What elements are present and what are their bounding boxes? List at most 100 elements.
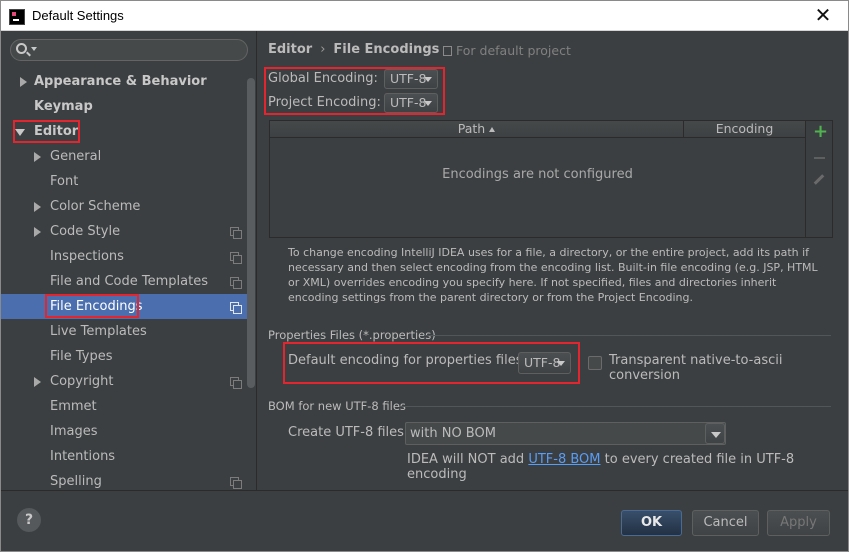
utf8-bom-link[interactable]: UTF-8 BOM (528, 452, 600, 467)
tree-item-label: Color Scheme (50, 199, 141, 214)
bom-create-label: Create UTF-8 files: (288, 425, 409, 440)
bom-select[interactable]: with NO BOM (405, 422, 726, 445)
project-encoding-select[interactable]: UTF-8 (384, 93, 438, 113)
tree-item-color-scheme[interactable]: Color Scheme (1, 194, 249, 219)
remove-icon[interactable] (814, 157, 825, 159)
project-settings-icon (230, 477, 242, 489)
breadcrumb-parent: Editor (268, 42, 313, 57)
tree-item-intentions[interactable]: Intentions (1, 444, 249, 469)
project-settings-icon (230, 252, 242, 264)
properties-section-title: Properties Files (*.properties) (268, 328, 436, 342)
tree-item-label: Code Style (50, 224, 121, 239)
window-title: Default Settings (32, 8, 124, 23)
scope-indicator: For default project (443, 43, 571, 58)
tree-item-label: Images (50, 424, 98, 439)
bom-note: IDEA will NOT add UTF-8 BOM to every cre… (407, 452, 849, 482)
tree-item-font[interactable]: Font (1, 169, 249, 194)
file-encodings-panel: Editor › File Encodings For default projec… (258, 31, 849, 490)
table-toolbar: + (805, 121, 833, 237)
tree-item-label: Editor (34, 124, 79, 139)
scope-text: For default project (456, 43, 571, 58)
project-encoding-label: Project Encoding: (268, 95, 381, 110)
close-icon[interactable]: ✕ (812, 4, 834, 26)
tree-item-label: Spelling (50, 474, 102, 489)
cancel-button[interactable]: Cancel (692, 510, 759, 536)
tree-item-file-and-code-templates[interactable]: File and Code Templates (1, 269, 249, 294)
settings-sidebar: Appearance & Behavior Keymap Editor Gene… (1, 31, 257, 490)
tree-item-emmet[interactable]: Emmet (1, 394, 249, 419)
project-settings-icon (230, 302, 242, 314)
tree-item-images[interactable]: Images (1, 419, 249, 444)
tree-item-label: Live Templates (50, 324, 147, 339)
tree-item-live-templates[interactable]: Live Templates (1, 319, 249, 344)
expand-arrow-icon[interactable] (34, 202, 41, 212)
column-header-path[interactable]: Path (270, 121, 684, 138)
add-icon[interactable]: + (813, 123, 828, 141)
tree-item-label: Inspections (50, 249, 124, 264)
transparent-conversion-checkbox[interactable] (588, 356, 602, 370)
page-title: File Encodings (333, 42, 440, 57)
column-header-encoding[interactable]: Encoding (684, 121, 805, 138)
sort-ascending-icon (489, 127, 496, 132)
tree-item-general[interactable]: General (1, 144, 249, 169)
dropdown-arrow-icon (424, 101, 432, 106)
tree-item-code-style[interactable]: Code Style (1, 219, 249, 244)
tree-item-file-types[interactable]: File Types (1, 344, 249, 369)
properties-encoding-label: Default encoding for properties files: (288, 353, 527, 368)
tree-item-file-encodings[interactable]: File Encodings (1, 294, 249, 319)
transparent-conversion-label[interactable]: Transparent native-to-ascii conversion (609, 353, 849, 383)
tree-item-label: File and Code Templates (50, 274, 208, 289)
path-encoding-table[interactable]: Path Encoding Encodings are not configur… (269, 120, 833, 238)
properties-encoding-select[interactable]: UTF-8 (518, 352, 571, 374)
ok-button[interactable]: OK (621, 510, 682, 536)
expand-arrow-icon[interactable] (34, 377, 41, 387)
collapse-arrow-icon[interactable] (15, 129, 25, 136)
tree-item-label: Emmet (50, 399, 97, 414)
tree-item-spelling[interactable]: Spelling (1, 469, 249, 490)
tree-item-label: File Types (50, 349, 113, 364)
project-settings-icon (230, 227, 242, 239)
tree-item-inspections[interactable]: Inspections (1, 244, 249, 269)
breadcrumb: Editor › File Encodings (268, 42, 439, 57)
bom-note-prefix: IDEA will NOT add (407, 452, 529, 467)
global-encoding-select[interactable]: UTF-8 (384, 69, 438, 89)
tree-item-label: General (50, 149, 102, 164)
intellij-app-icon (9, 9, 25, 25)
tree-item-label: Appearance & Behavior (34, 74, 207, 89)
global-encoding-value: UTF-8 (390, 71, 427, 86)
section-divider (400, 406, 831, 407)
encoding-help-text: To change encoding IntelliJ IDEA uses fo… (288, 246, 818, 304)
help-icon[interactable]: ? (17, 508, 41, 532)
title-bar: Default Settings ✕ (0, 0, 849, 31)
tree-item-appearance-behavior[interactable]: Appearance & Behavior (1, 69, 249, 94)
bom-section-title: BOM for new UTF-8 files (268, 399, 406, 413)
project-encoding-value: UTF-8 (390, 95, 427, 110)
project-icon (443, 46, 452, 56)
edit-icon[interactable] (813, 174, 825, 185)
section-divider (424, 335, 831, 336)
breadcrumb-separator: › (320, 42, 326, 57)
tree-item-copyright[interactable]: Copyright (1, 369, 249, 394)
tree-item-label: Copyright (50, 374, 114, 389)
project-settings-icon (230, 277, 242, 289)
dropdown-arrow-icon[interactable] (705, 423, 725, 444)
search-icon (16, 43, 27, 54)
search-history-dropdown-icon[interactable] (31, 47, 37, 51)
project-encoding-row: Project Encoding: (268, 92, 381, 114)
column-header-label: Path (457, 121, 486, 136)
properties-encoding-value: UTF-8 (524, 355, 561, 370)
settings-search-field[interactable] (10, 39, 248, 61)
global-encoding-label: Global Encoding: (268, 71, 378, 86)
expand-arrow-icon[interactable] (20, 77, 27, 87)
apply-button[interactable]: Apply (767, 510, 830, 536)
dropdown-arrow-icon (424, 77, 432, 82)
table-header: Path Encoding (270, 121, 805, 138)
dialog-footer: ? OK Cancel Apply (1, 490, 848, 551)
tree-item-keymap[interactable]: Keymap (1, 94, 249, 119)
sidebar-scrollbar[interactable] (247, 78, 255, 388)
settings-tree: Appearance & Behavior Keymap Editor Gene… (1, 69, 249, 490)
expand-arrow-icon[interactable] (34, 152, 41, 162)
column-header-label: Encoding (715, 121, 774, 136)
tree-item-editor[interactable]: Editor (1, 119, 249, 144)
expand-arrow-icon[interactable] (34, 227, 41, 237)
